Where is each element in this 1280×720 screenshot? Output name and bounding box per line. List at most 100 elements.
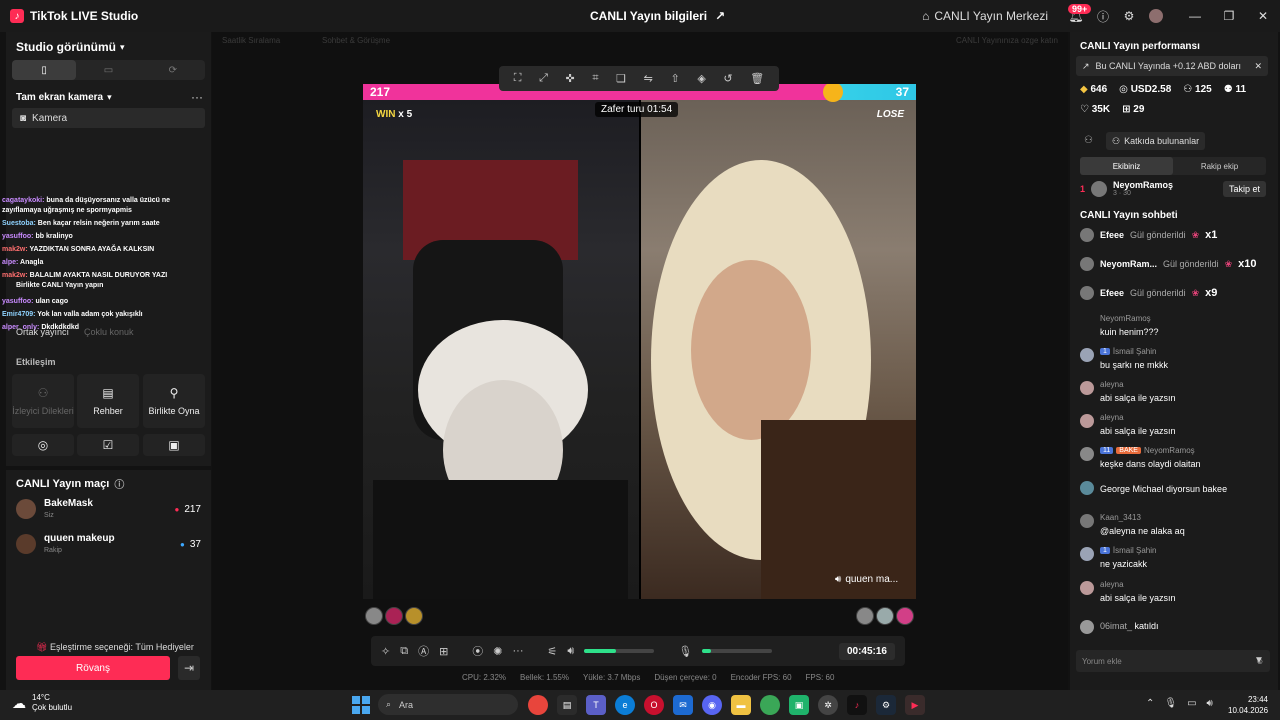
edge-icon[interactable]: e (615, 695, 635, 715)
guide-tile[interactable]: ▤ Rehber (77, 374, 139, 428)
exit-icon[interactable]: ⇥ (178, 656, 200, 680)
fit-icon[interactable]: ⛶ (514, 72, 522, 85)
player-row[interactable]: BakeMask Siz (16, 498, 93, 519)
chat-message[interactable]: 1 İsmail Şahin ne yazicakk (1080, 546, 1270, 569)
landscape-icon[interactable]: ▭ (76, 60, 140, 80)
avatar[interactable] (876, 607, 894, 625)
avatar[interactable] (896, 607, 914, 625)
settings-sliders-icon[interactable]: ⚟ (548, 645, 558, 658)
folder-icon[interactable]: ▬ (731, 695, 751, 715)
chat-message[interactable]: aleyna abi salça ile yazsın (1080, 413, 1270, 436)
send-icon[interactable]: ▼ (1254, 655, 1264, 666)
help-icon[interactable]: ⓘ (114, 476, 124, 491)
match-option[interactable]: 🎁︎ Eşleştirme seçeneği: Tüm Hediyeler (36, 642, 194, 653)
tile-more-2[interactable]: ☑ (77, 434, 139, 456)
tab-rival-team[interactable]: Rakip ekip (1173, 157, 1266, 175)
rematch-button[interactable]: Rövanş (16, 656, 170, 680)
app-icon[interactable]: ▣ (789, 695, 809, 715)
share-icon[interactable]: ↗ (715, 9, 725, 23)
scene-dropdown[interactable]: Tam ekran kamera ▾ (16, 92, 112, 103)
chrome-alt-icon[interactable] (760, 695, 780, 715)
avatar[interactable] (856, 607, 874, 625)
minimize-icon[interactable]: — (1178, 0, 1212, 32)
avatar[interactable] (1142, 0, 1170, 32)
chatgpt-icon[interactable]: ✲ (818, 695, 838, 715)
windows-start-icon[interactable] (352, 696, 370, 714)
files-icon[interactable]: ▤ (557, 695, 577, 715)
speaker-icon[interactable]: 🔊︎ (1207, 698, 1213, 709)
system-clock[interactable]: 23:44 10.04.2026 (1228, 694, 1268, 716)
tab-cohost[interactable]: Ortak yayıncı (16, 327, 69, 337)
steam-icon[interactable]: ⚙ (876, 695, 896, 715)
delete-icon[interactable]: 🗑︎ (750, 72, 764, 85)
opera-icon[interactable]: O (644, 695, 664, 715)
speaker-icon[interactable]: 🔊︎ (567, 645, 574, 658)
tile-more-3[interactable]: ▣ (143, 434, 205, 456)
volume-slider[interactable] (584, 649, 655, 653)
magic-icon[interactable]: ✧ (381, 645, 390, 658)
orientation-switch[interactable]: ▯ ▭ ⟳ (12, 60, 205, 80)
source-camera[interactable]: ◙ Kamera (12, 108, 205, 128)
effects-icon[interactable]: ⊞ (439, 645, 448, 658)
display-icon[interactable]: ▭ (1187, 698, 1196, 709)
weather-widget[interactable]: ☁ 14°C Çok bulutlu (12, 693, 72, 713)
mic-slider[interactable] (702, 649, 773, 653)
chevron-up-icon[interactable]: ⌃ (1146, 698, 1154, 709)
studio-view-dropdown[interactable]: Studio görünümü ▾ (16, 40, 125, 54)
follow-button[interactable]: Takip et (1222, 180, 1266, 197)
play-together-tile[interactable]: ⚲ Birlikte Oyna (143, 374, 205, 428)
teams-icon[interactable]: T (586, 695, 606, 715)
taskbar-search[interactable]: ⌕ Ara (378, 694, 518, 715)
viewer-wishes-tile[interactable]: ⚇ İzleyici Dilekleri (12, 374, 74, 428)
close-icon[interactable]: ✕ (1246, 0, 1280, 32)
expand-icon[interactable]: ⤢ (539, 72, 548, 85)
chat-message[interactable]: Kaan_3413 @aleyna ne alaka aq (1080, 513, 1270, 536)
rotate-icon[interactable]: ⟳ (141, 60, 205, 80)
tab-your-team[interactable]: Ekibiniz (1080, 157, 1173, 175)
avatar[interactable] (365, 607, 383, 625)
avatar[interactable] (405, 607, 423, 625)
discord-icon[interactable]: ◉ (702, 695, 722, 715)
ai-icon[interactable]: Ⓐ (418, 643, 429, 659)
chat-message[interactable]: 11 BAKE NeyomRamoş keşke dans olaydi olaita… (1080, 446, 1270, 469)
player-row[interactable]: quuen makeup Rakip (16, 533, 115, 554)
center-icon[interactable]: ✜ (566, 72, 575, 85)
close-icon[interactable]: ✕ (1254, 61, 1262, 72)
live-studio-icon[interactable]: ▶ (905, 695, 925, 715)
mic-icon[interactable]: 🎙︎ (1164, 698, 1177, 709)
undo-icon[interactable]: ↺ (723, 72, 732, 85)
portrait-icon[interactable]: ▯ (12, 60, 77, 80)
chat-message[interactable]: 1 İsmail Şahin bu şarkı ne mkkk (1080, 347, 1270, 370)
scene-icon[interactable]: ⧉ (400, 645, 408, 658)
live-info-title[interactable]: CANLI Yayın bilgileri ↗ (590, 9, 725, 23)
help-icon[interactable]: ⓘ (1090, 0, 1116, 32)
more-icon[interactable]: ··· (513, 645, 524, 657)
layers-icon[interactable]: ◈ (697, 72, 705, 85)
person-settings-icon[interactable]: ⚇ (1084, 135, 1093, 146)
chrome-icon[interactable] (528, 695, 548, 715)
maximize-icon[interactable]: ❐ (1212, 0, 1246, 32)
opponent-tag[interactable]: 🔊︎ quuen ma... (835, 574, 898, 585)
tile-more-1[interactable]: ◎ (12, 434, 74, 456)
camera-effects-icon[interactable]: ✺ (493, 645, 502, 658)
gear-icon[interactable]: ⚙ (1116, 0, 1142, 32)
layer-up-icon[interactable]: ⇧ (670, 72, 679, 85)
mail-icon[interactable]: ✉ (673, 695, 693, 715)
tab-multi-guest[interactable]: Çoklu konuk (84, 327, 134, 337)
flip-icon[interactable]: ⇋ (644, 72, 653, 85)
mic-icon[interactable]: 🎙︎ (678, 645, 692, 658)
more-options-icon[interactable]: ··· (191, 90, 203, 104)
chat-message[interactable]: aleyna abi salça ile yazsın (1080, 380, 1270, 403)
copy-icon[interactable]: ❏ (616, 72, 626, 85)
crop-icon[interactable]: ⌗ (592, 72, 598, 85)
comment-input[interactable]: Yorum ekle ☺ (1076, 650, 1270, 672)
record-icon[interactable]: ⦿ (472, 643, 483, 659)
chat-message[interactable]: NeyomRamoş kuin henim??? (1080, 314, 1270, 337)
battle-stage[interactable]: 217 37 WIN x 5 LOSE Zafer turu 01:54 🔊︎ … (363, 84, 916, 599)
live-center-button[interactable]: ⌂ CANLI Yayın Merkezi (922, 9, 1048, 23)
avatar[interactable] (385, 607, 403, 625)
contributors-button[interactable]: ⚇ Katkıda bulunanlar (1106, 132, 1206, 150)
chat-message[interactable]: aleyna abi salça ile yazsın (1080, 580, 1270, 603)
chat-message[interactable]: George Michael diyorsun bakee (1080, 480, 1270, 495)
tiktok-icon[interactable]: ♪ (847, 695, 867, 715)
